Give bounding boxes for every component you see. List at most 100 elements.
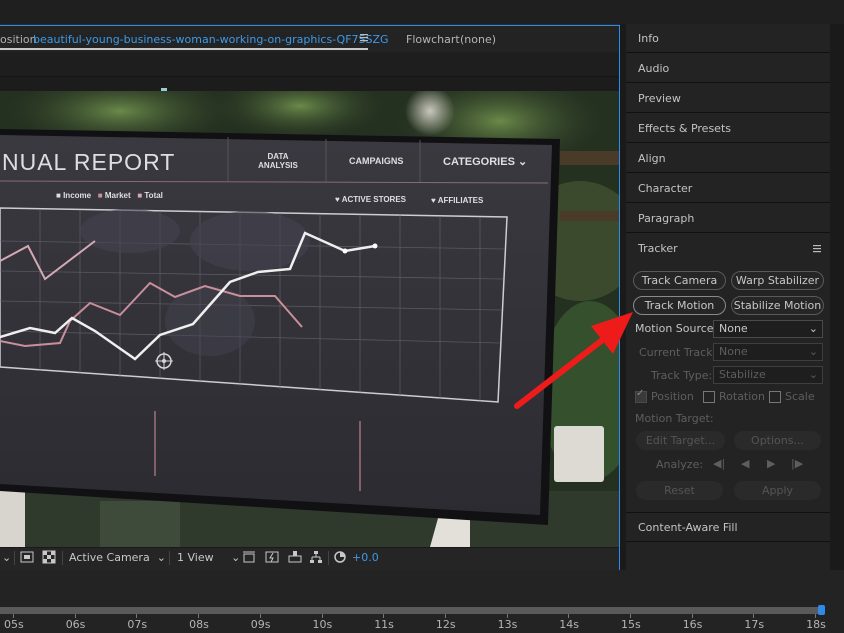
track-type-value: Stabilize (719, 368, 766, 381)
time-tick-label: 18s (806, 618, 826, 631)
time-tick-label: 08s (189, 618, 209, 631)
transparency-grid-icon[interactable] (42, 550, 56, 564)
screen-legend: ■ Income ■ Market ■ Total (56, 191, 163, 200)
active-stores-label: ACTIVE STORES (341, 195, 406, 204)
panel-character[interactable]: Character (626, 174, 830, 203)
top-strip (0, 0, 844, 25)
affiliates-label: AFFILIATES (437, 196, 484, 205)
analyze-back-one-frame-icon[interactable]: ◀| (713, 457, 725, 470)
separator (328, 551, 329, 565)
panel-content-aware-fill[interactable]: Content-Aware Fill (626, 513, 830, 542)
legend-income-swatch: ■ (56, 191, 61, 200)
rotation-checkbox[interactable] (703, 391, 715, 403)
motion-target-label: Motion Target: (635, 412, 714, 425)
time-tick (136, 614, 138, 618)
toggle-pixel-aspect-icon[interactable] (242, 550, 256, 564)
flowchart-icon[interactable] (309, 550, 323, 564)
reset-exposure-icon[interactable] (333, 550, 347, 564)
analyze-forward-icon[interactable]: ▶ (767, 457, 775, 470)
timeline-icon[interactable] (288, 550, 302, 564)
exposure-value[interactable]: +0.0 (352, 550, 379, 566)
composition-tab-prefix: osition (0, 33, 37, 46)
panel-preview[interactable]: Preview (626, 84, 830, 113)
screen-nav-categories: CATEGORIES ⌄ (443, 156, 528, 168)
camera-dropdown[interactable]: Active Camera ⌄ (69, 550, 166, 566)
time-tick-label: 15s (621, 618, 641, 631)
track-motion-button[interactable]: Track Motion (633, 296, 726, 315)
screen-nav-analysis-label: ANALYSIS (258, 161, 298, 170)
camera-dropdown-label: Active Camera (69, 551, 150, 564)
report-title: NUAL REPORT (2, 149, 176, 175)
rotation-label: Rotation (719, 390, 766, 403)
active-tab-underline (0, 48, 368, 50)
panel-paragraph[interactable]: Paragraph (626, 204, 830, 233)
chevron-down-icon: ⌄ (808, 322, 818, 335)
separator (62, 551, 63, 565)
track-type-dropdown[interactable]: Stabilize ⌄ (713, 366, 823, 384)
edit-target-button[interactable]: Edit Target... (636, 431, 725, 450)
separator (14, 551, 15, 565)
time-tick (383, 614, 385, 618)
panel-tracker-header[interactable]: Tracker (626, 234, 830, 263)
current-track-dropdown[interactable]: None ⌄ (713, 343, 823, 361)
legend-total: Total (144, 191, 163, 200)
warp-stabilizer-button[interactable]: Warp Stabilizer (731, 271, 824, 290)
scale-checkbox[interactable] (769, 391, 781, 403)
panel-audio[interactable]: Audio (626, 54, 830, 83)
time-tick-label: 12s (435, 618, 456, 631)
position-label: Position (651, 390, 694, 403)
options-button[interactable]: Options... (734, 431, 821, 450)
motion-source-dropdown[interactable]: None ⌄ (713, 320, 823, 338)
flowchart-tab-value: (none) (460, 33, 497, 46)
flowchart-tab-label[interactable]: Flowchart (406, 33, 460, 46)
screen-nav-campaigns: CAMPAIGNS (349, 156, 404, 166)
work-area-end-handle[interactable] (818, 605, 825, 615)
time-tick-label: 05s (4, 618, 24, 631)
panel-effects-presets[interactable]: Effects & Presets (626, 114, 830, 143)
chevron-down-icon[interactable]: ⌄ (2, 550, 11, 566)
tracker-title: Tracker (638, 242, 678, 255)
current-track-label: Current Track: (639, 346, 717, 359)
panel-info[interactable]: Info (626, 24, 830, 53)
legend-total-swatch: ■ (137, 191, 143, 200)
time-tick-label: 13s (497, 618, 518, 631)
chevron-down-icon: ⌄ (808, 368, 818, 381)
time-tick (198, 614, 200, 618)
current-track-value: None (719, 345, 748, 358)
time-tick-label: 16s (682, 618, 703, 631)
motion-source-value: None (719, 322, 748, 335)
time-tick-label: 14s (559, 618, 580, 631)
time-tick (506, 614, 508, 618)
time-tick (259, 614, 261, 618)
panel-divider-right[interactable] (830, 24, 844, 570)
screen-nav-data-label: DATA (267, 152, 289, 161)
legend-income: Income (63, 191, 92, 200)
panel-align[interactable]: Align (626, 144, 830, 173)
track-camera-button[interactable]: Track Camera (633, 271, 726, 290)
chevron-down-icon: ⌄ (808, 345, 818, 358)
screen-affiliates: ♥ AFFILIATES (431, 196, 484, 205)
analyze-forward-one-frame-icon[interactable]: |▶ (791, 457, 803, 470)
time-tick (630, 614, 631, 618)
stabilize-motion-button[interactable]: Stabilize Motion (731, 296, 824, 315)
screen-active-stores: ♥ ACTIVE STORES (335, 195, 406, 204)
analyze-backward-icon[interactable]: ◀ (741, 457, 749, 470)
time-tick (568, 614, 570, 618)
work-area-bar[interactable] (0, 607, 822, 614)
time-tick (13, 614, 14, 618)
composition-tab-name[interactable]: beautiful-young-business-woman-working-o… (33, 33, 389, 46)
time-tick-label: 09s (250, 618, 271, 631)
time-tick (691, 614, 693, 618)
fast-preview-icon[interactable] (265, 550, 279, 564)
snapshot-icon[interactable] (20, 550, 34, 564)
scale-label: Scale (785, 390, 815, 403)
reset-button[interactable]: Reset (636, 481, 723, 500)
time-tick-label: 11s (374, 618, 394, 631)
view-layout-dropdown[interactable]: 1 View ⌄ (177, 550, 240, 566)
separator (169, 551, 170, 565)
apply-button[interactable]: Apply (734, 481, 821, 500)
tracker-menu-icon[interactable] (811, 243, 823, 255)
hamburger-menu-icon[interactable] (358, 31, 370, 43)
time-tick (74, 614, 76, 618)
annotation-arrow (514, 312, 633, 409)
